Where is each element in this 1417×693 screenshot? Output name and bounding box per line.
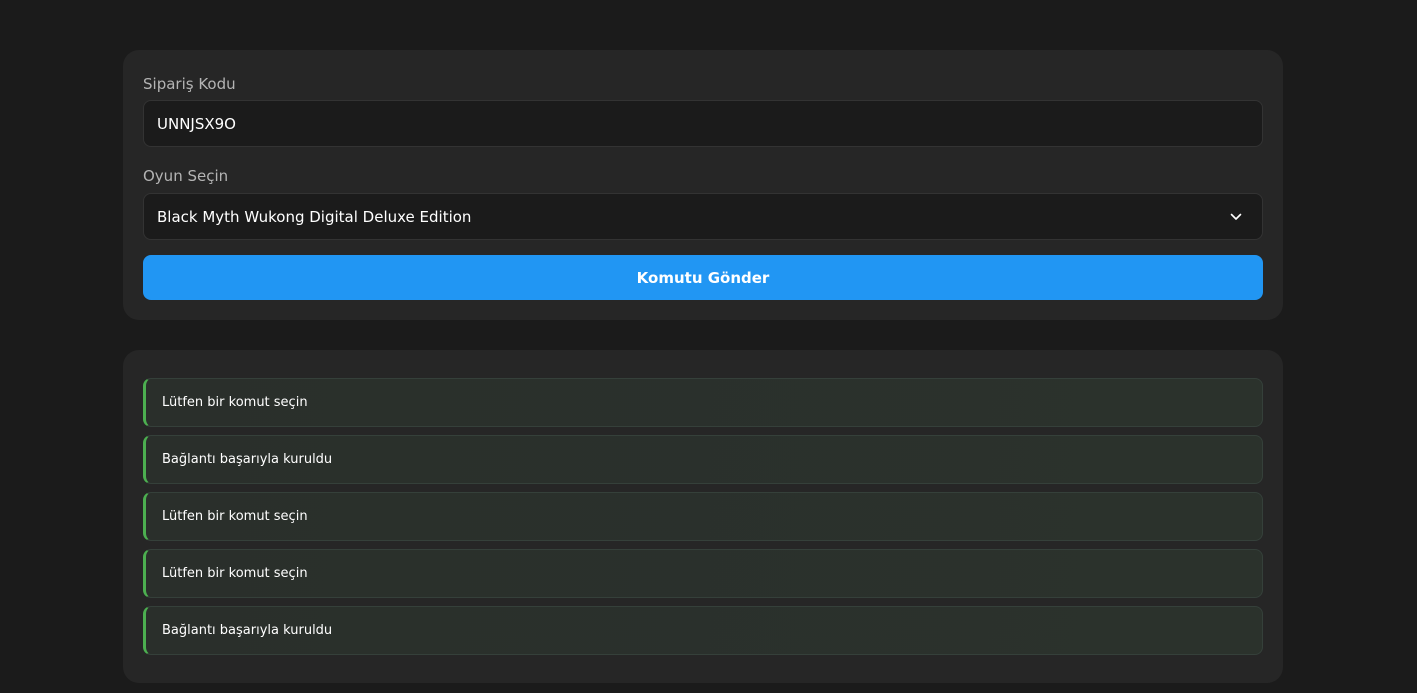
log-item: Lütfen bir komut seçin [143,549,1263,598]
send-command-button[interactable]: Komutu Gönder [143,255,1263,300]
log-list: Lütfen bir komut seçin Bağlantı başarıyl… [143,378,1263,663]
game-select-label: Oyun Seçin [143,167,229,185]
order-code-input[interactable] [143,100,1263,147]
log-item: Lütfen bir komut seçin [143,492,1263,541]
log-item: Bağlantı başarıyla kuruldu [143,435,1263,484]
game-select-value: Black Myth Wukong Digital Deluxe Edition [157,207,472,226]
log-item: Bağlantı başarıyla kuruldu [143,606,1263,655]
log-card: Lütfen bir komut seçin Bağlantı başarıyl… [123,350,1283,683]
command-form-card: Sipariş Kodu Oyun Seçin Black Myth Wukon… [123,50,1283,320]
order-code-label: Sipariş Kodu [143,75,236,93]
log-item: Lütfen bir komut seçin [143,378,1263,427]
chevron-down-icon [1229,210,1243,224]
game-select[interactable]: Black Myth Wukong Digital Deluxe Edition [143,193,1263,240]
